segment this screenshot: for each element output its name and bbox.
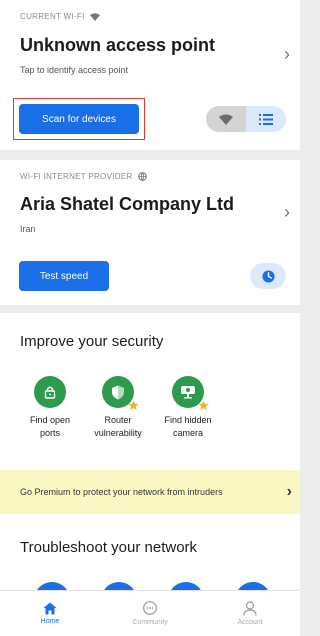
shield-icon (112, 385, 124, 399)
wifi-icon (219, 114, 233, 125)
provider-row[interactable]: Aria Shatel Company Ltd Iran › (0, 190, 300, 240)
lock-icon (44, 386, 56, 399)
nav-home-label: Home (40, 618, 60, 625)
nav-community-label: Community (132, 619, 168, 626)
nav-home[interactable]: Home (0, 591, 100, 636)
feature-label: camera (172, 428, 203, 438)
provider-card: WI-FI INTERNET PROVIDER Aria Shatel Comp… (0, 160, 300, 305)
current-wifi-row[interactable]: Unknown access point Tap to identify acc… (0, 30, 300, 80)
home-icon (43, 602, 57, 615)
premium-banner[interactable]: Go Premium to protect your network from … (0, 470, 300, 514)
list-icon (259, 113, 273, 125)
nav-account-label: Account (237, 619, 263, 626)
provider-overline: WI-FI INTERNET PROVIDER (20, 172, 147, 181)
wifi-action-button[interactable] (206, 106, 246, 132)
nav-community[interactable]: Community (100, 591, 200, 636)
find-hidden-camera-item[interactable]: Find hidden camera (148, 376, 228, 440)
troubleshoot-title: Troubleshoot your network (20, 539, 198, 556)
current-wifi-card: CURRENT WI-FI Unknown access point Tap t… (0, 0, 300, 150)
camera-icon (181, 386, 195, 399)
wifi-toggle-pill[interactable] (206, 106, 286, 132)
scan-for-devices-button[interactable]: Scan for devices (19, 104, 139, 134)
access-point-title: Unknown access point (20, 35, 216, 55)
premium-banner-text: Go Premium to protect your network from … (20, 487, 223, 497)
feature-label: Find hidden (164, 415, 212, 425)
bottom-nav: Home Community Account (0, 590, 300, 636)
provider-title: Aria Shatel Company Ltd (20, 194, 235, 214)
wifi-icon (89, 12, 100, 21)
router-vulnerability-item[interactable]: Router vulnerability (78, 376, 158, 440)
security-title: Improve your security (20, 333, 164, 350)
current-wifi-overline: CURRENT WI-FI (20, 12, 100, 21)
chevron-right-icon: › (286, 483, 292, 500)
chevron-right-icon: › (284, 202, 290, 222)
feature-label: Router (104, 415, 132, 425)
speed-history-button[interactable] (250, 263, 286, 289)
nav-account[interactable]: Account (200, 591, 300, 636)
star-icon (198, 400, 209, 411)
feature-label: vulnerability (94, 428, 142, 438)
chat-icon (143, 601, 157, 615)
list-view-button[interactable] (246, 106, 286, 132)
globe-icon (137, 172, 147, 181)
person-icon (243, 601, 257, 616)
access-point-subtitle: Tap to identify access point (20, 65, 129, 75)
test-speed-button[interactable]: Test speed (19, 261, 109, 291)
security-card: Improve your security Find open ports Ro… (0, 313, 300, 523)
chevron-right-icon: › (284, 44, 290, 64)
provider-country: Iran (20, 224, 36, 234)
star-icon (128, 400, 139, 411)
clock-icon (261, 269, 275, 283)
